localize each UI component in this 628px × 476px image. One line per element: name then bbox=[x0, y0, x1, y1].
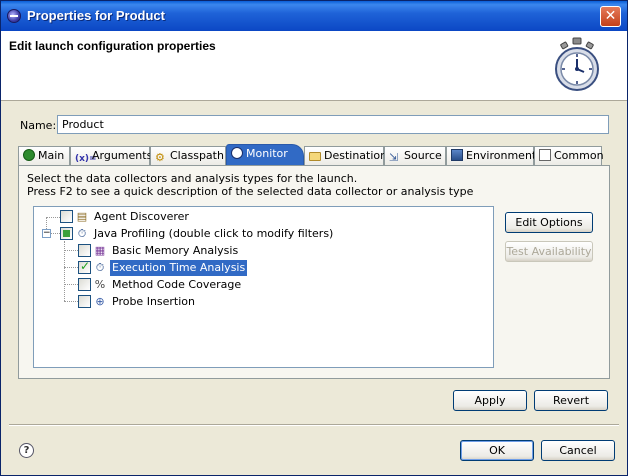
title-bar[interactable]: Properties for Product ✕ bbox=[1, 1, 627, 31]
probe-insertion-checkbox[interactable] bbox=[78, 295, 91, 308]
classpath-icon: ⚙ bbox=[155, 151, 165, 164]
test-availability-button[interactable]: Test Availability bbox=[505, 241, 593, 262]
description-line-1: Select the data collectors and analysis … bbox=[27, 172, 358, 185]
edit-options-button[interactable]: Edit Options bbox=[505, 212, 593, 233]
tree-item-label: Basic Memory Analysis bbox=[112, 244, 239, 257]
properties-dialog: Properties for Product ✕ Edit launch con… bbox=[0, 0, 628, 476]
main-icon bbox=[23, 149, 35, 161]
tree-item-label: Java Profiling (double click to modify f… bbox=[94, 227, 334, 240]
tree-item-label: Method Code Coverage bbox=[112, 278, 242, 291]
separator bbox=[9, 424, 619, 426]
agent-icon: ▤ bbox=[76, 210, 88, 223]
stopwatch-icon bbox=[555, 37, 599, 91]
close-button[interactable]: ✕ bbox=[600, 6, 621, 27]
common-icon bbox=[539, 149, 551, 161]
tab-classpath[interactable]: ⚙ Classpath bbox=[150, 146, 226, 165]
tab-arguments[interactable]: (x)=Arguments bbox=[70, 146, 153, 165]
header-title: Edit launch configuration properties bbox=[9, 39, 216, 53]
basic-memory-checkbox[interactable] bbox=[78, 244, 91, 257]
tab-monitor[interactable]: Monitor bbox=[226, 144, 304, 166]
tree-item-execution-time[interactable]: ⏱ Execution Time Analysis bbox=[34, 259, 334, 276]
dialog-header: Edit launch configuration properties bbox=[1, 31, 627, 101]
tab-source[interactable]: ⇲ Source bbox=[384, 146, 446, 165]
data-collector-tree[interactable]: − ▤ Agent Discoverer ⏱ Java Profiling (d… bbox=[33, 206, 494, 368]
agent-discoverer-checkbox[interactable] bbox=[60, 210, 73, 223]
apply-button[interactable]: Apply bbox=[453, 390, 527, 411]
tab-destination[interactable]: Destination bbox=[304, 146, 388, 165]
tab-arguments-label: Arguments bbox=[92, 149, 153, 162]
tree-item-probe-insertion[interactable]: ⊕ Probe Insertion bbox=[34, 294, 334, 310]
tab-common[interactable]: Common bbox=[534, 146, 604, 165]
tab-source-label: Source bbox=[404, 149, 442, 162]
environment-icon bbox=[451, 149, 463, 161]
monitor-icon bbox=[231, 147, 243, 159]
tree-item-label: Execution Time Analysis bbox=[110, 260, 248, 276]
tree-item-agent-discoverer[interactable]: ▤ Agent Discoverer bbox=[34, 209, 334, 225]
tree-item-label: Agent Discoverer bbox=[94, 210, 189, 223]
execution-time-icon: ⏱ bbox=[95, 261, 105, 274]
help-icon[interactable]: ? bbox=[19, 443, 34, 458]
folder-icon bbox=[309, 152, 321, 161]
name-label: Name: bbox=[20, 119, 57, 132]
tab-bar: Main (x)=Arguments ⚙ Classpath Monitor De… bbox=[18, 144, 610, 166]
tab-main-label: Main bbox=[38, 149, 65, 162]
tab-environment[interactable]: Environment bbox=[446, 146, 537, 165]
tree-item-label: Probe Insertion bbox=[112, 295, 196, 308]
revert-button[interactable]: Revert bbox=[534, 390, 608, 411]
tab-environment-label: Environment bbox=[466, 149, 537, 162]
memory-icon: ▦ bbox=[94, 244, 106, 257]
tab-destination-label: Destination bbox=[324, 149, 388, 162]
tree-item-method-coverage[interactable]: % Method Code Coverage bbox=[34, 277, 334, 293]
ok-button[interactable]: OK bbox=[460, 440, 534, 461]
method-coverage-checkbox[interactable] bbox=[78, 278, 91, 291]
monitor-tab-panel: Select the data collectors and analysis … bbox=[18, 165, 610, 379]
description-line-2: Press F2 to see a quick description of t… bbox=[27, 185, 474, 198]
tree-item-java-profiling[interactable]: ⏱ Java Profiling (double click to modify… bbox=[34, 226, 374, 242]
window-title: Properties for Product bbox=[27, 8, 165, 23]
tab-monitor-label: Monitor bbox=[246, 147, 288, 160]
tree-item-basic-memory[interactable]: ▦ Basic Memory Analysis bbox=[34, 243, 334, 259]
cancel-button[interactable]: Cancel bbox=[541, 440, 615, 461]
tab-classpath-label: Classpath bbox=[170, 149, 224, 162]
coverage-icon: % bbox=[94, 278, 106, 291]
execution-time-checkbox[interactable] bbox=[78, 259, 91, 274]
probe-icon: ⊕ bbox=[95, 295, 105, 308]
profiling-icon: ⏱ bbox=[77, 227, 87, 240]
tab-common-label: Common bbox=[554, 149, 604, 162]
name-input[interactable] bbox=[57, 115, 609, 134]
source-icon: ⇲ bbox=[389, 151, 399, 164]
tab-main[interactable]: Main bbox=[18, 146, 70, 165]
java-profiling-checkbox[interactable] bbox=[60, 227, 73, 240]
eclipse-icon bbox=[7, 9, 21, 23]
